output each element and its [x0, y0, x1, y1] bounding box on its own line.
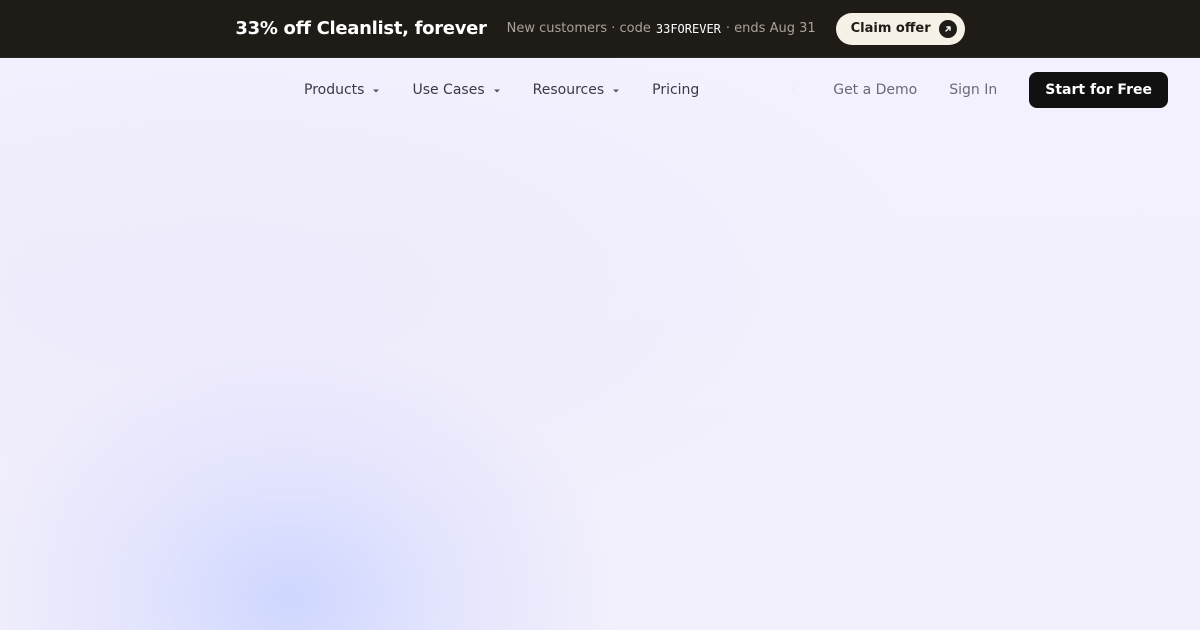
hero-background [0, 58, 1200, 630]
nav-products[interactable]: Products [304, 82, 380, 98]
arrow-up-right-icon [938, 19, 957, 38]
nav-products-label: Products [304, 82, 365, 98]
nav-pricing-label: Pricing [652, 82, 700, 98]
nav-use-cases[interactable]: Use Cases [412, 82, 500, 98]
nav-resources-label: Resources [532, 82, 605, 98]
promo-banner-content: 33% off Cleanlist, forever New customers… [235, 12, 965, 45]
main-nav: Products Use Cases Resources Pricing Get… [0, 58, 1200, 122]
get-demo-link[interactable]: Get a Demo [833, 82, 917, 98]
sign-in-link[interactable]: Sign In [949, 82, 997, 98]
chevron-down-icon [372, 82, 380, 98]
promo-code: 33FOREVER [655, 21, 721, 36]
start-free-label: Start for Free [1045, 82, 1152, 98]
nav-links: Products Use Cases Resources Pricing [304, 58, 731, 122]
promo-banner: 33% off Cleanlist, forever New customers… [0, 0, 1200, 58]
promo-subtext-suffix: · ends Aug 31 [725, 21, 816, 36]
nav-resources[interactable]: Resources [533, 82, 621, 98]
claim-offer-button[interactable]: Claim offer [835, 12, 965, 45]
nav-actions: Get a Demo Sign In Start for Free [787, 58, 1168, 122]
theme-toggle-button[interactable] [787, 79, 809, 101]
chevron-down-icon [612, 82, 620, 98]
promo-subtext: New customers · code 33FOREVER · ends Au… [507, 21, 816, 36]
start-free-button[interactable]: Start for Free [1029, 72, 1168, 108]
nav-use-cases-label: Use Cases [412, 82, 485, 98]
moon-icon [791, 81, 805, 100]
chevron-down-icon [493, 82, 501, 98]
nav-pricing[interactable]: Pricing [652, 82, 699, 98]
promo-title: 33% off Cleanlist, forever [235, 18, 487, 39]
promo-subtext-prefix: New customers · code [506, 21, 651, 36]
claim-offer-label: Claim offer [850, 21, 931, 36]
